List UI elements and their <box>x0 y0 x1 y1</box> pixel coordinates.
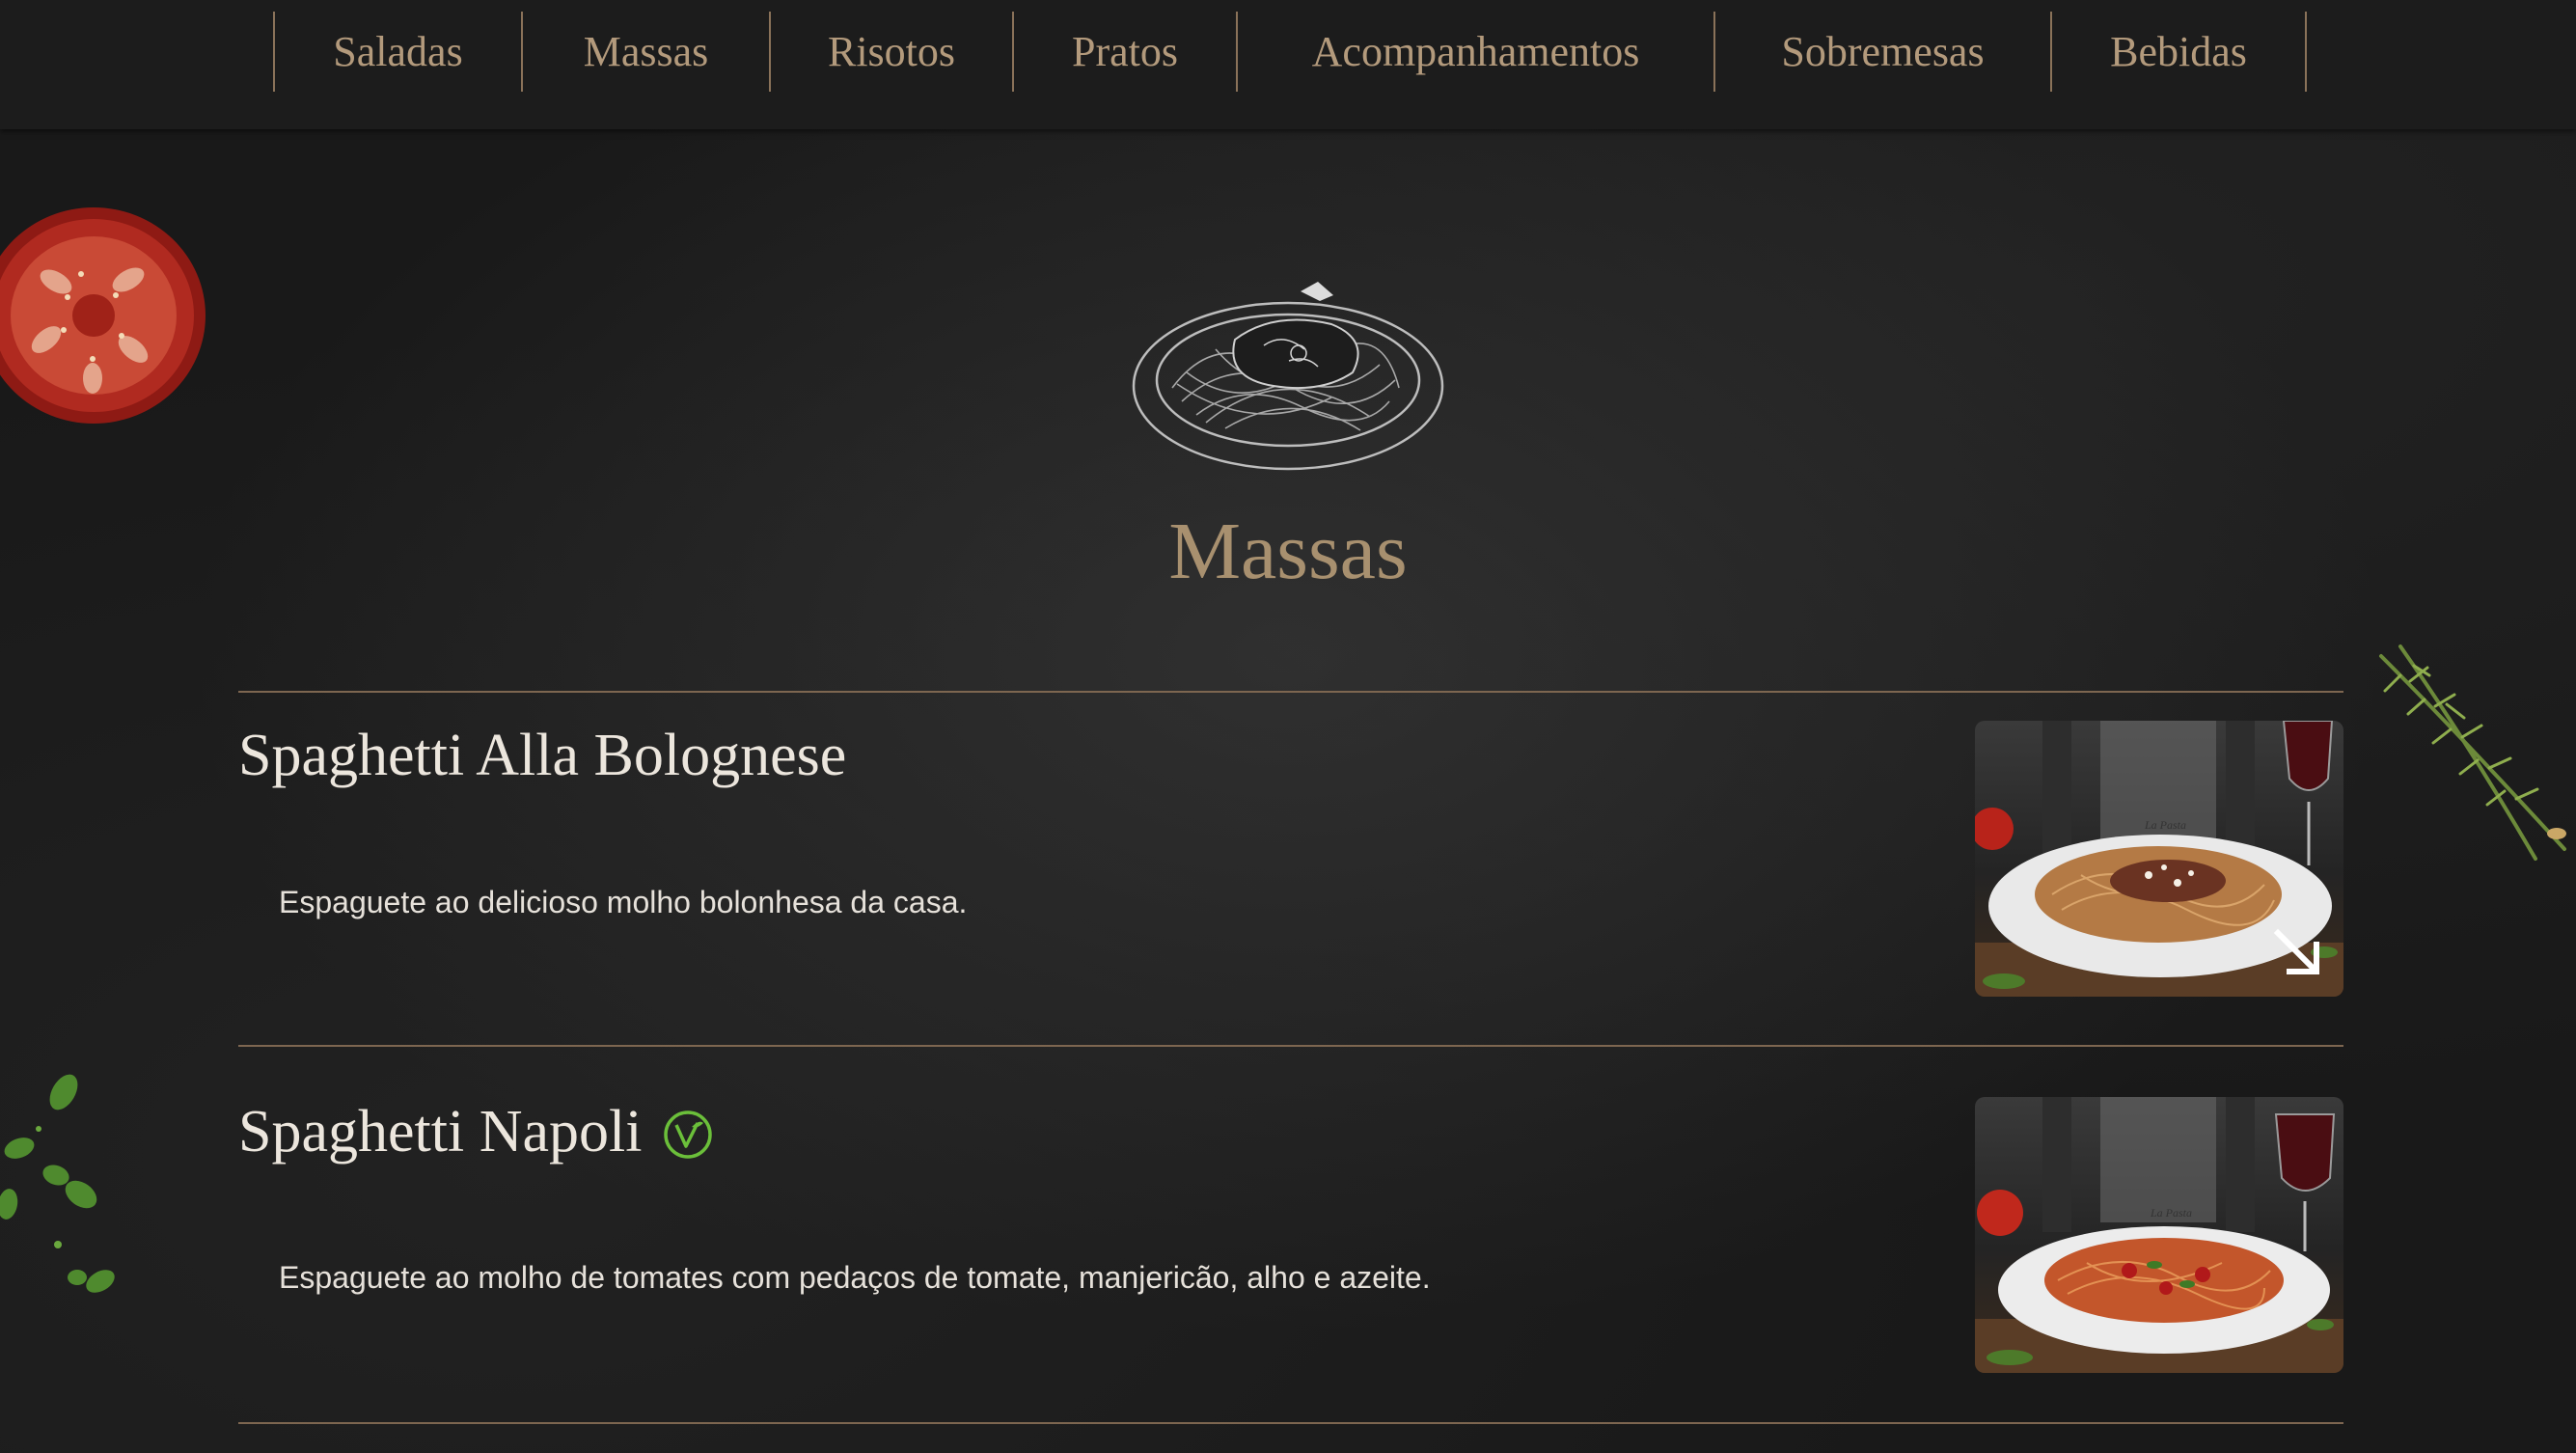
menu-divider <box>238 1045 2343 1047</box>
menu-item-description: Espaguete ao delicioso molho bolonhesa d… <box>279 885 968 919</box>
nav-item-saladas[interactable]: Saladas <box>273 12 521 92</box>
menu-divider <box>238 691 2343 693</box>
dish-photo-napoli[interactable]: La Pasta <box>1975 1097 2343 1373</box>
menu-divider <box>238 1422 2343 1424</box>
dish-photo-bolognese[interactable]: La Pasta <box>1975 721 2343 997</box>
top-nav: Saladas Massas Risotos Pratos Acompanham… <box>0 0 2576 129</box>
vegetarian-v-icon <box>664 1110 713 1159</box>
section-title: Massas <box>1168 507 1408 596</box>
nav-item-pratos[interactable]: Pratos <box>1012 12 1236 92</box>
nav-list: Saladas Massas Risotos Pratos Acompanham… <box>273 12 2307 92</box>
nav-item-risotos[interactable]: Risotos <box>769 12 1012 92</box>
nav-item-bebidas[interactable]: Bebidas <box>2050 12 2307 92</box>
svg-text:La Pasta: La Pasta <box>2144 818 2186 832</box>
nav-item-massas[interactable]: Massas <box>521 12 769 92</box>
svg-text:La Pasta: La Pasta <box>2150 1206 2192 1220</box>
menu-item-name: Spaghetti Alla Bolognese <box>238 723 847 788</box>
menu-item-description: Espaguete ao molho de tomates com pedaço… <box>279 1260 1431 1295</box>
menu-item-name: Spaghetti Napoli <box>238 1099 643 1165</box>
tomato-slice-decoration <box>0 207 206 424</box>
pasta-plate-icon <box>1132 282 1444 471</box>
nav-item-acompanhamentos[interactable]: Acompanhamentos <box>1236 12 1713 92</box>
rosemary-decoration <box>2379 644 2566 861</box>
expand-arrow-icon[interactable] <box>2270 925 2324 979</box>
nav-item-sobremesas[interactable]: Sobremesas <box>1713 12 2050 92</box>
basil-leaves-decoration <box>0 1074 115 1293</box>
